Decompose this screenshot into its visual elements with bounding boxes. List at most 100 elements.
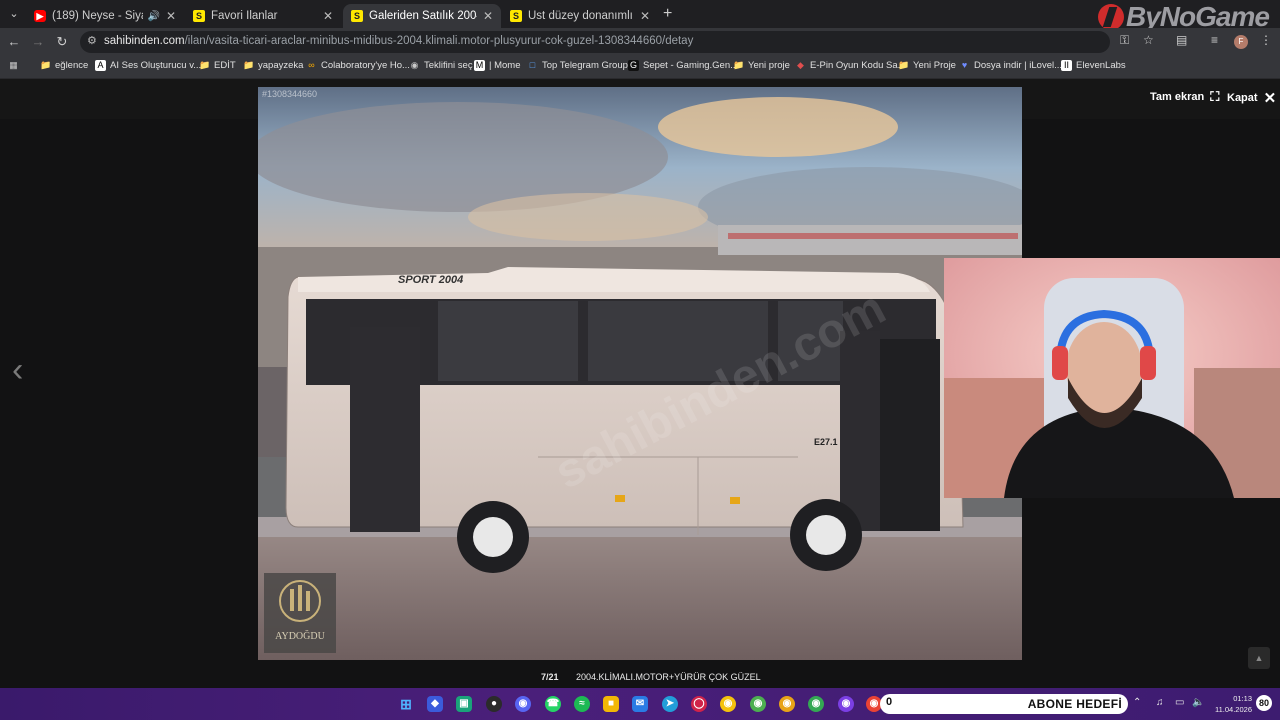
chrome-icon[interactable]: ◉ [720,696,736,712]
bookmark-item[interactable]: 📁 EDİT [199,60,236,71]
scroll-top-icon[interactable]: ▲ [1248,647,1270,669]
folder-icon: 📁 [243,60,255,70]
microphone-icon[interactable]: ♫ [1156,697,1164,708]
bookmark-item[interactable]: 📁 Yeni Proje [898,60,956,71]
security-shield-icon[interactable]: ◆ [427,696,443,712]
bookmark-label: Dosya indir | iLovel... [974,60,1063,71]
system-clock[interactable]: 01:13 11.04.2026 [1208,693,1252,715]
chrome-icon[interactable]: ◉ [750,696,766,712]
photo-caption-bar: 7/21 2004.KLİMALI.MOTOR+YÜRÜR ÇOK GÜZEL [0,669,1280,685]
chrome-icon[interactable]: ◉ [779,696,795,712]
network-icon[interactable]: ▭ [1175,697,1184,708]
bookmark-label: ElevenLabs [1076,60,1126,71]
url-path: /ilan/vasita-ticari-araclar-minibus-midi… [184,35,694,47]
bookmark-label: EDİT [214,60,236,71]
bookmark-label: Yeni proje [748,60,790,71]
tray-overflow-chevron-icon[interactable]: ⌃ [1133,697,1141,708]
previous-photo-arrow-icon[interactable]: ‹ [12,351,23,390]
apps-grid-icon: ▦ [9,60,18,70]
subscriber-goal-widget: 0 ABONE HEDEFİ [880,694,1128,714]
media-controls-icon[interactable]: ≡ [1211,33,1218,47]
bookmark-icon: G [628,60,639,71]
tab-search-chevron-icon[interactable]: ⌄ [4,4,24,24]
whatsapp-icon[interactable]: ☎ [545,696,561,712]
file-explorer-icon[interactable]: ■ [603,696,619,712]
mail-icon[interactable]: ✉ [632,696,648,712]
dealer-logo-text: AYDOĞDU [275,630,325,642]
goal-count: 0 [886,696,893,708]
address-bar[interactable]: ⚙ sahibinden.com/ilan/vasita-ticari-arac… [80,31,1110,53]
close-button[interactable]: Kapat ✕ [1227,89,1276,107]
bookmark-item[interactable]: □ Top Telegram Groups [527,60,633,71]
app-icon[interactable]: ◯ [691,696,707,712]
discord-icon[interactable]: ◉ [515,696,531,712]
close-tab-icon[interactable]: ✕ [483,9,493,23]
bookmark-item[interactable]: ◉ Teklifini seç [409,60,473,71]
webcam-feed [944,258,1280,498]
bookmark-item[interactable]: ♥ Dosya indir | iLovel... [959,60,1062,71]
bookmark-icon: ♥ [961,60,968,70]
extensions-puzzle-icon[interactable]: ▤ [1176,33,1187,47]
apps-grid-icon[interactable]: ▦ [8,60,23,71]
clock-time: 01:13 [1233,694,1252,703]
close-icon: ✕ [1263,90,1277,107]
bookmark-star-icon[interactable]: ☆ [1143,33,1154,47]
close-tab-icon[interactable]: ✕ [640,9,650,23]
volume-icon[interactable]: 🔈 [1192,697,1204,708]
toolbar: ← → ↻ ⚙ sahibinden.com/ilan/vasita-ticar… [0,28,1280,56]
bookmark-item[interactable]: 📁 yapayzeka [243,60,303,71]
tab-title: Favori İlanlar [211,10,278,22]
reload-icon[interactable]: ↻ [52,32,72,52]
bookmark-item[interactable]: M | Mome [474,60,521,71]
bookmark-icon: ◉ [410,60,419,70]
colab-icon: ∞ [308,60,315,70]
bookmark-label: yapayzeka [258,60,304,71]
bookmark-item[interactable]: 📁 Yeni proje [733,60,790,71]
goal-label: ABONE HEDEFİ [1027,697,1122,711]
tab-youtube[interactable]: ▶ (189) Neyse - Siyah | Sofar 🔊 ✕ [26,4,184,28]
close-label: Kapat [1227,92,1258,104]
clock-date: 11.04.2026 [1215,705,1252,714]
forward-arrow-icon[interactable]: → [28,32,48,52]
site-info-icon[interactable]: ⚙ [87,34,97,47]
bookmark-label: | Mome [489,60,521,71]
profile-avatar[interactable]: F [1234,35,1248,49]
sahibinden-icon: S [193,10,205,22]
streamer-webcam [944,258,1280,498]
more-menu-icon[interactable]: ⋮ [1260,33,1272,47]
bookmark-item[interactable]: II ElevenLabs [1061,60,1126,71]
bookmark-label: AI Ses Oluşturucu v... [110,60,202,71]
sahibinden-icon: S [510,10,522,22]
url-host: sahibinden.com [104,35,185,47]
fullscreen-button[interactable]: Tam ekran ⛶ [1150,89,1219,105]
bookmark-item[interactable]: A AI Ses Oluşturucu v... [95,60,201,71]
url-text[interactable]: sahibinden.com/ilan/vasita-ticari-aracla… [104,35,693,47]
bus-photo-illustration: sahibinden.com SPORT 2004 E27.1 AYDOĞDU [258,87,1022,660]
telegram-icon[interactable]: ➤ [662,696,678,712]
obs-icon[interactable]: ● [486,696,502,712]
notification-badge[interactable]: 80 [1256,695,1272,711]
fullscreen-icon: ⛶ [1210,89,1220,104]
spotify-icon[interactable]: ≈ [574,696,590,712]
bookmark-label: eğlence [55,60,89,71]
new-tab-button[interactable]: + [663,5,672,23]
tab-favori-ilanlar[interactable]: S Favori İlanlar ✕ [185,4,341,28]
close-tab-icon[interactable]: ✕ [166,9,176,23]
youtube-icon: ▶ [34,10,46,22]
chrome-icon[interactable]: ◉ [808,696,824,712]
password-key-icon[interactable]: ⚿ [1120,33,1129,48]
bookmark-item[interactable]: ∞ Colaboratory'ye Ho... [306,60,410,71]
bookmarks-bar: ▦ 📁 eğlence A AI Ses Oluşturucu v... 📁 EDİT… [0,56,1280,79]
chrome-icon[interactable]: ◉ [838,696,854,712]
speaker-icon[interactable]: 🔊 [147,11,159,22]
store-icon[interactable]: ▣ [456,696,472,712]
brand-logo-icon [1098,4,1124,30]
back-arrow-icon[interactable]: ← [4,32,24,52]
close-tab-icon[interactable]: ✕ [323,9,333,23]
tab-karavan[interactable]: S Üst düzey donanımlı KARAVAN ✕ [502,4,658,28]
bookmark-item[interactable]: 📁 eğlence [40,60,88,71]
tab-active-listing[interactable]: S Galeriden Satılık 2004 Model K ✕ [343,4,501,28]
bookmark-item[interactable]: G Sepet - Gaming.Gen... [628,60,738,71]
start-windows-icon[interactable]: ⊞ [398,696,414,712]
bookmark-item[interactable]: ◆ E-Pin Oyun Kodu Sa... [795,60,906,71]
